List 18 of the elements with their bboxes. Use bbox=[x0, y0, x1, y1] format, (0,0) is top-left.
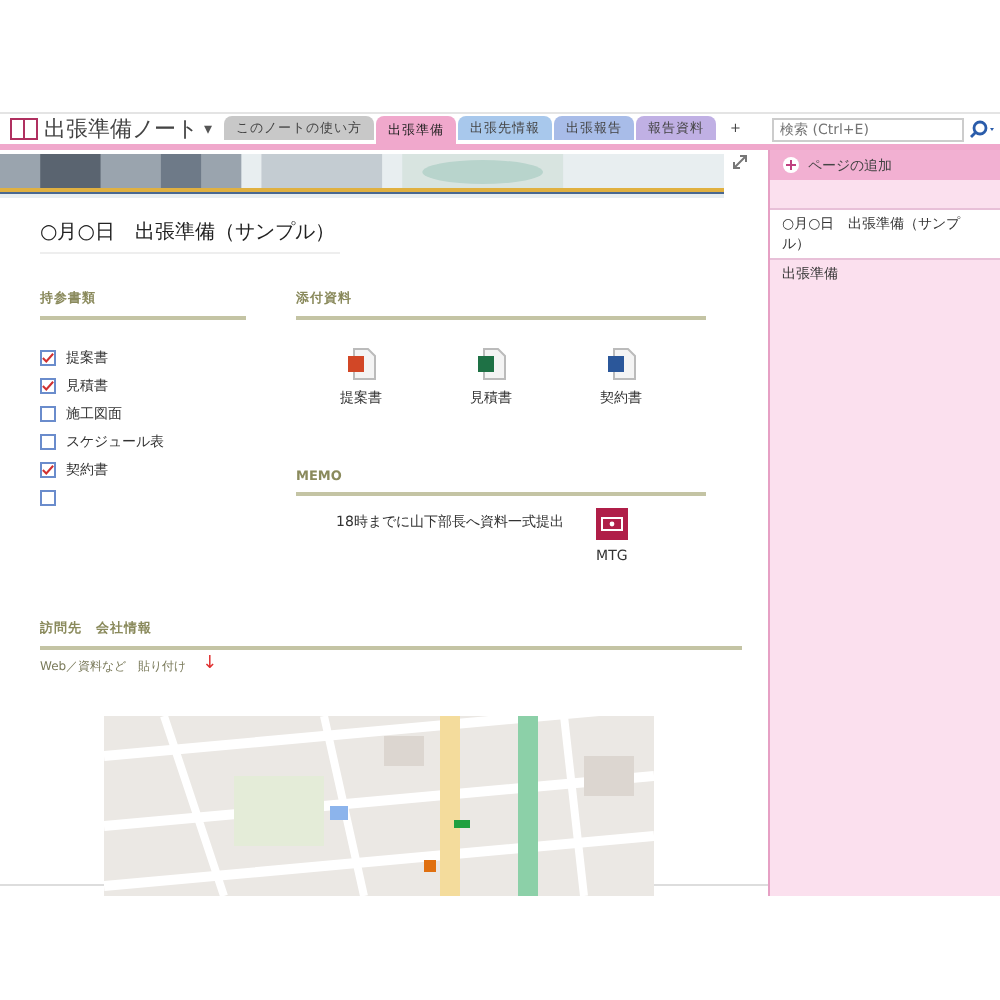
checkbox[interactable] bbox=[40, 406, 56, 422]
notebook-icon bbox=[10, 118, 38, 140]
checkbox[interactable] bbox=[40, 490, 56, 506]
caret-icon[interactable]: ▾ bbox=[204, 120, 213, 138]
arrow-icon: ↓ bbox=[202, 658, 218, 676]
add-icon[interactable] bbox=[782, 156, 800, 174]
checkbox[interactable] bbox=[40, 378, 56, 394]
document-icon[interactable] bbox=[477, 348, 505, 380]
expand-icon[interactable] bbox=[732, 154, 748, 170]
checkbox[interactable] bbox=[40, 434, 56, 450]
video-icon[interactable] bbox=[595, 508, 628, 540]
search-icon[interactable] bbox=[968, 119, 996, 139]
checkbox[interactable] bbox=[40, 462, 56, 478]
document-icon[interactable] bbox=[607, 348, 635, 380]
checkbox[interactable] bbox=[40, 350, 56, 366]
notebook-title[interactable]: 出張準備ノート bbox=[44, 114, 198, 144]
document-icon[interactable] bbox=[347, 348, 375, 380]
page-title: ○月○日 出張準備（サンプル） bbox=[40, 218, 340, 254]
